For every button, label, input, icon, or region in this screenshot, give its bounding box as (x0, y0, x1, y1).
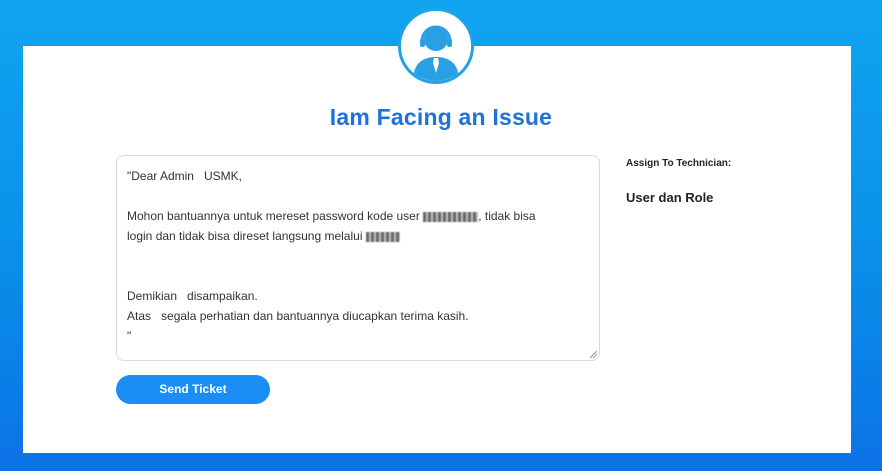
ticket-message-textarea[interactable]: "Dear Admin USMK, Mohon bantuannya untuk… (116, 155, 600, 361)
user-avatar-icon (398, 8, 474, 84)
resize-handle-icon[interactable] (589, 350, 597, 358)
ticket-message-text[interactable]: "Dear Admin USMK, Mohon bantuannya untuk… (127, 166, 587, 346)
redacted-system-name (365, 231, 400, 242)
message-greeting: "Dear Admin USMK, (127, 169, 242, 183)
message-end-quote: " (127, 329, 132, 343)
redacted-user-code (423, 211, 479, 222)
assigned-technician-value: User dan Role (626, 190, 714, 205)
page-title: Iam Facing an Issue (329, 104, 553, 130)
send-ticket-button[interactable]: Send Ticket (116, 375, 270, 404)
message-closing-1: Demikian disampaikan. (127, 289, 258, 303)
message-closing-2: Atas segala perhatian dan bantuannya diu… (127, 309, 469, 323)
message-line-1: Mohon bantuannya untuk mereset password … (127, 209, 420, 223)
message-line-2: login dan tidak bisa direset langsung me… (127, 229, 363, 243)
message-line-1-end: , tidak bisa (478, 209, 536, 223)
assign-technician-label: Assign To Technician: (626, 158, 732, 169)
